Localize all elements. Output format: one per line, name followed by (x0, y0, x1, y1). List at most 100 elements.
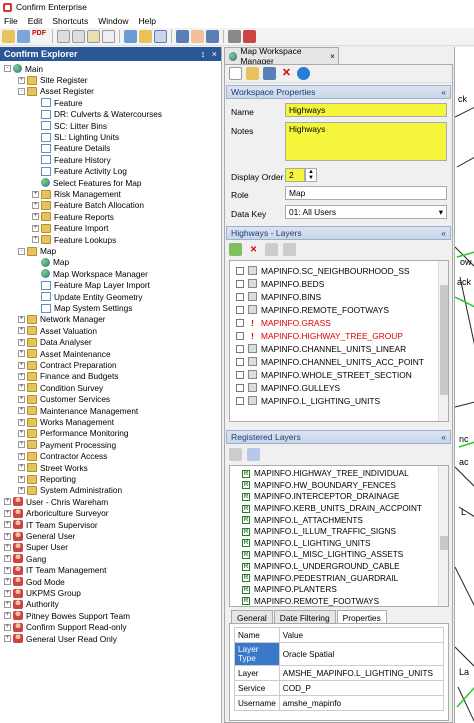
expand-toggle-icon[interactable]: + (4, 543, 11, 551)
layer-checkbox[interactable] (236, 396, 244, 405)
tree-item[interactable]: DR: Culverts & Watercourses (32, 109, 162, 120)
expand-toggle-icon[interactable]: + (18, 76, 25, 84)
expand-toggle-icon[interactable]: + (18, 486, 25, 494)
tree-item[interactable]: + Risk Management (32, 188, 121, 199)
exit-icon[interactable] (243, 30, 256, 43)
menu-window[interactable]: Window (98, 16, 128, 26)
tree-item[interactable]: - Map (18, 245, 56, 256)
tree-item[interactable]: + IT Team Management (4, 565, 106, 576)
registered-layer-row[interactable]: R MAPINFO.L_MISC_LIGHTING_ASSETS (242, 549, 403, 561)
tree-item[interactable]: SC: Litter Bins (32, 120, 107, 131)
name-field[interactable]: Highways (285, 103, 447, 117)
expand-toggle-icon[interactable]: + (4, 635, 11, 643)
expand-toggle-icon[interactable]: + (18, 441, 25, 449)
expand-toggle-icon[interactable]: + (32, 224, 39, 232)
tree-item[interactable]: + Super User (4, 542, 68, 553)
tree-item[interactable]: + Network Manager (18, 314, 105, 325)
expand-toggle-icon[interactable]: + (18, 452, 25, 460)
open-folder-icon[interactable] (2, 30, 15, 43)
menu-shortcuts[interactable]: Shortcuts (52, 16, 88, 26)
layer-checkbox[interactable] (236, 266, 244, 275)
table-row[interactable]: Layer Type Oracle Spatial (234, 642, 445, 666)
tree-item[interactable]: + Feature Lookups (32, 234, 116, 245)
expand-toggle-icon[interactable]: + (18, 372, 25, 380)
delete-icon[interactable]: ✕ (280, 67, 293, 80)
tree-item[interactable]: Select Features for Map (32, 177, 142, 188)
expand-toggle-icon[interactable]: + (4, 509, 11, 517)
tree-item[interactable]: + System Administration (18, 485, 122, 496)
tree-item[interactable]: + Payment Processing (18, 439, 116, 450)
expand-toggle-icon[interactable]: + (4, 532, 11, 540)
map-view[interactable]: ck ow ack nc ac L La (454, 47, 474, 723)
expand-toggle-icon[interactable]: + (18, 407, 25, 415)
table-row[interactable]: Service COD_P (234, 680, 445, 696)
layer-row[interactable]: MAPINFO.GULLEYS (236, 381, 340, 394)
registered-layer-row[interactable]: R MAPINFO.HIGHWAY_TREE_INDIVIDUAL (242, 468, 409, 480)
copy-icon[interactable] (72, 30, 85, 43)
registered-layer-row[interactable]: R MAPINFO.L_ILLUM_TRAFFIC_SIGNS (242, 526, 396, 538)
collapse-icon[interactable]: « (441, 87, 446, 97)
tree-item[interactable]: + Authority (4, 599, 59, 610)
tree-item[interactable]: - Main (4, 63, 43, 74)
tree-item[interactable]: + Data Analyser (18, 337, 92, 348)
layer-row[interactable]: MAPINFO.SC_NEIGHBOURHOOD_SS (236, 264, 409, 277)
tree-item[interactable]: + Arboriculture Surveyor (4, 508, 109, 519)
tree-item[interactable]: Map System Settings (32, 302, 132, 313)
expand-toggle-icon[interactable]: + (18, 327, 25, 335)
expand-toggle-icon[interactable]: + (4, 555, 11, 563)
move-down-icon[interactable] (283, 243, 296, 256)
close-icon[interactable]: × (212, 49, 217, 59)
collapse-toggle-icon[interactable]: - (18, 87, 25, 95)
registered-layer-row[interactable]: R MAPINFO.REMOTE_FOOTWAYS (242, 596, 379, 608)
expand-toggle-icon[interactable]: + (32, 213, 39, 221)
open-icon[interactable] (246, 67, 259, 80)
layer-checkbox[interactable] (236, 318, 244, 327)
layer-row[interactable]: MAPINFO.CHANNEL_UNITS_ACC_POINT (236, 355, 424, 368)
menu-help[interactable]: Help (139, 16, 156, 26)
layer-checkbox[interactable] (236, 344, 244, 353)
highways-layers-header[interactable]: Highways - Layers « (226, 226, 451, 240)
tree-item[interactable]: + General User Read Only (4, 633, 117, 644)
tree-item[interactable]: Feature Activity Log (32, 166, 127, 177)
remove-layer-icon[interactable]: ✕ (247, 243, 260, 256)
tab-map-workspace-manager[interactable]: Map Workspace Manager × (224, 46, 339, 66)
tree-item[interactable]: + Reporting (18, 473, 76, 484)
tree-item[interactable]: + God Mode (4, 576, 65, 587)
expand-toggle-icon[interactable]: + (4, 612, 11, 620)
add-layer-icon[interactable] (229, 243, 242, 256)
tree-item[interactable]: Map Workspace Manager (32, 268, 148, 279)
tree-item[interactable]: + Pitney Bowes Support Team (4, 610, 130, 621)
layer-row[interactable]: ! MAPINFO.HIGHWAY_TREE_GROUP (236, 329, 403, 342)
tree-item[interactable]: + Site Register (18, 74, 88, 85)
notes-field[interactable]: Highways (285, 122, 447, 161)
expand-toggle-icon[interactable]: + (4, 498, 11, 506)
tree-item[interactable]: + Asset Valuation (18, 325, 97, 336)
new-icon[interactable] (229, 67, 242, 80)
collapse-toggle-icon[interactable]: - (4, 65, 11, 73)
table-row[interactable]: Username amshe_mapinfo (234, 695, 445, 711)
tree-item[interactable]: + Contract Preparation (18, 359, 117, 370)
user-icon[interactable] (191, 30, 204, 43)
window-icon[interactable] (154, 30, 167, 43)
expand-toggle-icon[interactable]: + (18, 361, 25, 369)
expand-toggle-icon[interactable]: + (18, 315, 25, 323)
scrollbar-thumb[interactable] (440, 536, 448, 550)
expand-toggle-icon[interactable]: + (18, 338, 25, 346)
tree-item[interactable]: Feature History (32, 154, 111, 165)
register-icon[interactable] (229, 448, 242, 461)
role-field[interactable]: Map (285, 186, 447, 200)
expand-toggle-icon[interactable]: + (18, 384, 25, 392)
tree-item[interactable]: + Performance Monitoring (18, 428, 129, 439)
display-order-field[interactable]: 2 (285, 168, 305, 182)
close-tab-icon[interactable]: × (330, 51, 335, 61)
expand-toggle-icon[interactable]: + (4, 578, 11, 586)
tree-item[interactable]: + Customer Services (18, 394, 110, 405)
registered-layer-row[interactable]: R MAPINFO.HW_BOUNDARY_FENCES (242, 480, 396, 492)
layer-checkbox[interactable] (236, 357, 244, 366)
collapse-icon[interactable]: « (441, 432, 446, 442)
tree-item[interactable]: + Asset Maintenance (18, 348, 111, 359)
tree-item[interactable]: + Feature Import (32, 223, 108, 234)
registered-layer-row[interactable]: R MAPINFO.L_LIGHTING_UNITS (242, 538, 370, 550)
layer-checkbox[interactable] (236, 279, 244, 288)
data-key-select[interactable]: 01: All Users ▾ (285, 205, 447, 219)
